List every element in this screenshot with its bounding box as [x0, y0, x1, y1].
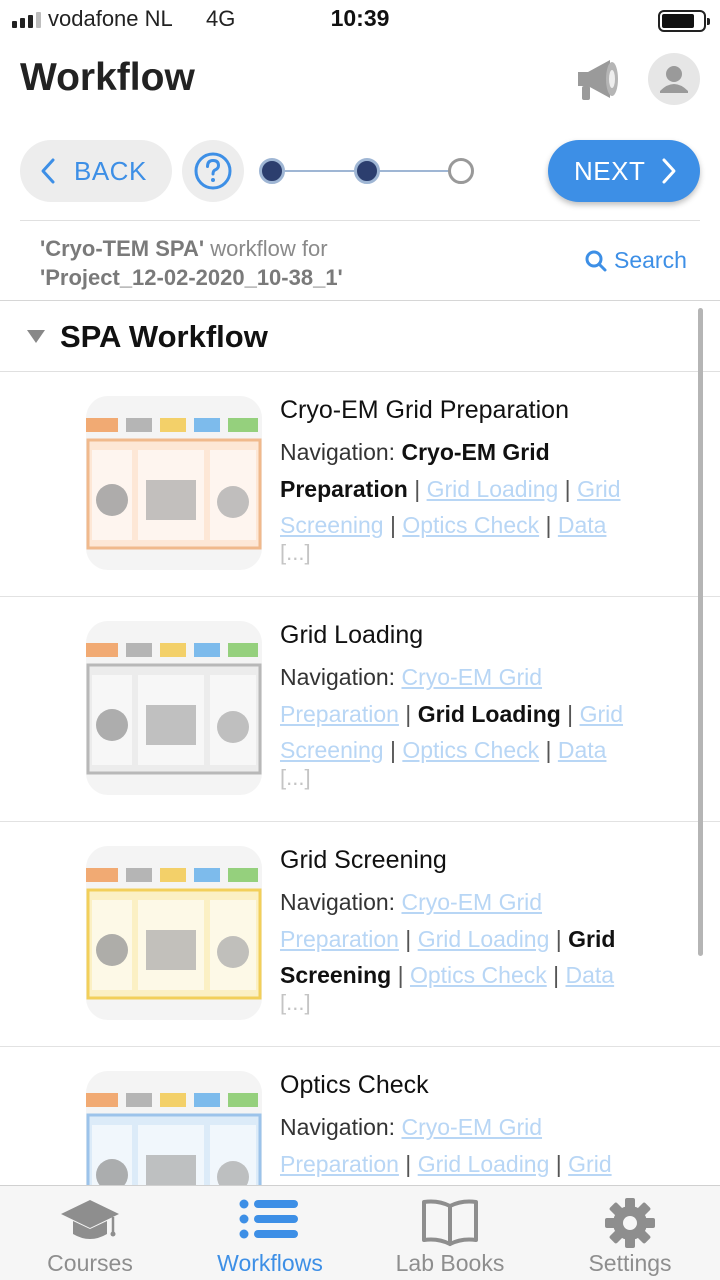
nav-separator: | — [539, 737, 558, 763]
navigation-prefix: Navigation: — [280, 439, 402, 465]
step-title: Cryo-EM Grid Preparation — [280, 396, 569, 424]
list-icon — [239, 1199, 298, 1239]
nav-separator: | — [539, 512, 558, 538]
step-navigation: Navigation: Cryo-EM Grid Preparation | G… — [280, 659, 660, 769]
nav-step-link[interactable]: Optics Check — [402, 737, 539, 763]
next-button[interactable]: NEXT — [548, 140, 700, 202]
user-avatar-icon[interactable] — [648, 53, 700, 105]
nav-step-link[interactable]: Data — [558, 512, 607, 538]
progress-step-1 — [259, 158, 285, 184]
workflow-context: 'Cryo-TEM SPA' workflow for 'Project_12-… — [40, 234, 343, 292]
search-icon — [585, 250, 607, 271]
nav-step-link[interactable]: Optics Check — [402, 512, 539, 538]
gear-icon — [605, 1198, 655, 1248]
nav-separator: | — [549, 925, 569, 952]
progress-step-2 — [354, 158, 380, 184]
search-label: Search — [614, 247, 687, 273]
workflow-step-item[interactable]: Cryo-EM Grid Preparation Navigation: Cryo… — [0, 372, 720, 597]
section-title: SPA Workflow — [60, 319, 268, 354]
nav-step-link[interactable]: Grid — [568, 1151, 611, 1177]
nav-separator: | — [398, 925, 418, 952]
nav-separator: | — [407, 475, 427, 502]
step-navigation: Navigation: Cryo-EM Grid Preparation | G… — [280, 1109, 660, 1182]
workflow-step-item[interactable]: Grid Screening Navigation: Cryo-EM Grid P… — [0, 822, 720, 1047]
workflow-name: 'Cryo-TEM SPA' — [40, 236, 205, 261]
step-thumbnail — [86, 846, 262, 1020]
project-name: 'Project_12-02-2020_10-38_1' — [40, 265, 343, 290]
step-navigation: Navigation: Cryo-EM Grid Preparation | G… — [280, 434, 660, 544]
nav-separator: | — [391, 962, 410, 988]
step-navigation: Navigation: Cryo-EM Grid Preparation | G… — [280, 884, 660, 994]
page-title: Workflow — [20, 56, 195, 99]
nav-step-link[interactable]: Grid Loading — [427, 476, 559, 502]
progress-step-3 — [448, 158, 474, 184]
nav-separator: | — [398, 700, 418, 727]
nav-separator: | — [558, 475, 578, 502]
help-button[interactable] — [182, 140, 244, 202]
tab-lab-books[interactable]: Lab Books — [360, 1186, 540, 1280]
tab-courses[interactable]: Courses — [0, 1186, 180, 1280]
step-title: Optics Check — [280, 1071, 429, 1099]
tab-workflows[interactable]: Workflows — [180, 1186, 360, 1280]
navigation-prefix: Navigation: — [280, 664, 402, 690]
chevron-right-icon — [662, 158, 676, 184]
scrollbar[interactable] — [698, 308, 703, 956]
divider — [20, 220, 700, 221]
nav-separator: | — [546, 962, 566, 988]
back-button[interactable]: BACK — [20, 140, 172, 202]
battery-icon — [658, 10, 710, 32]
graduation-cap-icon — [61, 1200, 119, 1239]
book-icon — [422, 1199, 478, 1246]
tab-label: Settings — [588, 1250, 672, 1276]
more-ellipsis[interactable]: [...] — [280, 765, 311, 791]
navigation-prefix: Navigation: — [280, 1114, 402, 1140]
more-ellipsis[interactable]: [...] — [280, 990, 311, 1016]
nav-step-link[interactable]: Grid Loading — [418, 926, 550, 952]
nav-separator: | — [383, 512, 403, 538]
nav-step-link[interactable]: Grid Loading — [418, 1151, 550, 1177]
back-button-label: BACK — [74, 155, 147, 186]
question-circle-icon — [194, 152, 232, 190]
search-link[interactable]: Search — [584, 247, 687, 274]
tab-settings[interactable]: Settings — [540, 1186, 720, 1280]
nav-separator: | — [398, 1150, 418, 1177]
more-ellipsis[interactable]: [...] — [280, 540, 311, 566]
step-title: Grid Screening — [280, 846, 447, 874]
megaphone-icon[interactable] — [572, 56, 624, 102]
workflow-step-item[interactable]: Grid Loading Navigation: Cryo-EM Grid Pre… — [0, 597, 720, 822]
workflow-progress — [258, 156, 478, 186]
navigation-prefix: Navigation: — [280, 889, 402, 915]
workflow-context-text: workflow for — [204, 236, 328, 261]
nav-separator: | — [383, 737, 403, 763]
nav-step-link[interactable]: Data — [566, 962, 615, 988]
nav-separator: | — [549, 1150, 569, 1177]
nav-current-step: Grid Loading — [417, 700, 561, 727]
collapse-triangle-icon — [27, 330, 45, 343]
tab-label: Lab Books — [395, 1250, 505, 1276]
next-button-label: NEXT — [574, 155, 646, 186]
nav-step-link[interactable]: Data — [558, 737, 607, 763]
status-time: 10:39 — [330, 5, 390, 31]
step-thumbnail — [86, 621, 262, 795]
tab-label: Workflows — [217, 1250, 323, 1276]
step-title: Grid Loading — [280, 621, 424, 649]
tab-bar: Courses Workflows Lab Books Settings — [0, 1185, 720, 1280]
nav-step-link[interactable]: Optics Check — [410, 962, 547, 988]
section-header[interactable]: SPA Workflow — [0, 300, 720, 372]
status-bar: vodafone NL 4G 10:39 — [0, 0, 720, 40]
nav-separator: | — [560, 700, 580, 727]
step-thumbnail — [86, 396, 262, 570]
chevron-left-icon — [41, 158, 55, 184]
tab-label: Courses — [47, 1250, 133, 1276]
